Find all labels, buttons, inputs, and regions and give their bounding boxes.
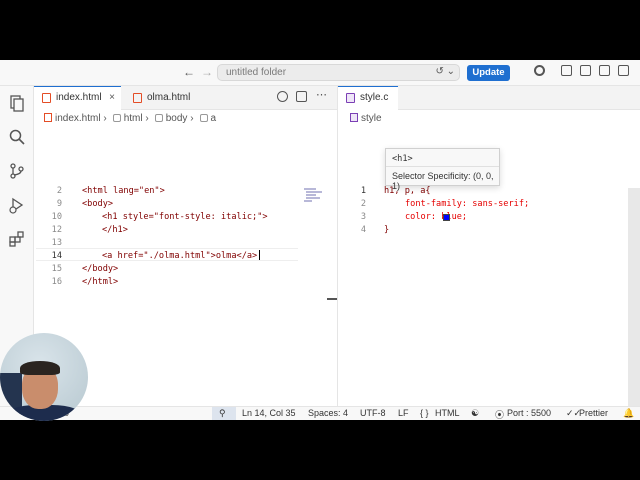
close-icon[interactable]: × (109, 86, 115, 110)
vscode-window: ← → untitled folder ↺ ⌄ Update index.htm… (0, 60, 640, 420)
breadcrumb-file[interactable]: index.html (55, 113, 101, 124)
live-share-icon[interactable]: ☯ (471, 408, 479, 419)
live-server-port[interactable]: Port : 5500 (507, 408, 551, 418)
chevron-right-icon: › (103, 113, 107, 124)
broadcast-icon: ⦿ (495, 410, 505, 420)
zoom-icon[interactable]: ⚲ (212, 407, 236, 420)
code-line: </html> (82, 277, 119, 287)
breadcrumb-html[interactable]: html (124, 113, 143, 124)
notifications-icon[interactable]: 🔔 (623, 408, 634, 419)
tab-label: style.c (360, 92, 389, 103)
color-swatch[interactable] (443, 214, 450, 221)
line-number: 14 (51, 251, 62, 261)
run-debug-icon[interactable] (8, 196, 26, 214)
element-icon (199, 114, 208, 122)
line-number: 16 (51, 277, 62, 287)
scrollbar[interactable] (628, 188, 640, 420)
html-file-icon (44, 113, 52, 122)
more-actions-icon[interactable]: ⋯ (316, 88, 327, 101)
right-breadcrumb: style (350, 111, 382, 126)
line-number: 12 (51, 225, 62, 235)
command-center-search[interactable]: untitled folder ↺ ⌄ (217, 64, 460, 81)
back-arrow-icon[interactable]: ← (183, 65, 195, 79)
chevron-right-icon: › (145, 113, 149, 124)
code-line: <a href="./olma.html">olma</a> (102, 251, 258, 261)
extensions-icon[interactable] (8, 230, 26, 248)
search-icon[interactable] (8, 128, 26, 146)
right-tab-bar: style.c (338, 86, 640, 110)
element-icon (112, 114, 121, 122)
line-number: 1 (360, 186, 366, 196)
title-bar: ← → untitled folder ↺ ⌄ Update (0, 60, 640, 86)
code-line: <html lang="en"> (82, 186, 165, 196)
toggle-primary-sidebar-icon[interactable] (580, 65, 591, 76)
forward-arrow-icon[interactable]: → (201, 65, 213, 79)
line-number: 2 (56, 186, 62, 196)
braces-icon: { } (420, 408, 429, 418)
webcam-hair (20, 361, 60, 375)
code-line: </h1> (102, 225, 128, 235)
webcam-overlay (0, 333, 88, 421)
line-number: 9 (56, 199, 62, 209)
code-line: color: blue; (405, 212, 468, 222)
explorer-icon[interactable] (8, 94, 26, 112)
source-control-icon[interactable] (8, 162, 26, 180)
toggle-secondary-sidebar-icon[interactable] (618, 65, 629, 76)
toggle-panel-icon[interactable] (599, 65, 610, 76)
update-button[interactable]: Update (467, 65, 510, 81)
css-file-icon (346, 93, 355, 103)
left-tab-bar: index.html × olma.html ⋯ (34, 86, 337, 110)
scrollbar-marker (327, 298, 337, 300)
breadcrumb: index.html › html › body › a (44, 111, 216, 126)
html-file-icon (133, 93, 142, 103)
line-number: 13 (51, 238, 62, 248)
code-line: <h1 style="font-style: italic;"> (102, 212, 268, 222)
tab-label: index.html (56, 92, 102, 103)
editor-split-divider[interactable] (337, 86, 338, 406)
customize-layout-icon[interactable] (561, 65, 572, 76)
account-icon[interactable] (534, 65, 545, 76)
indentation[interactable]: Spaces: 4 (308, 408, 348, 418)
line-number: 4 (360, 225, 366, 235)
line-number: 15 (51, 264, 62, 274)
line-number: 10 (51, 212, 62, 222)
hover-tag: <h1> (392, 154, 413, 164)
code-line: </body> (82, 264, 119, 274)
css-file-icon (350, 113, 358, 122)
breadcrumb-body[interactable]: body (166, 113, 188, 124)
divider (386, 166, 499, 167)
code-line: <body> (82, 199, 114, 209)
split-editor-icon[interactable] (296, 91, 307, 102)
hover-tooltip: <h1> Selector Specificity: (0, 0, 1) (385, 148, 500, 191)
prettier-status[interactable]: Prettier (579, 408, 608, 418)
breadcrumb-a[interactable]: a (211, 113, 217, 124)
selector-specificity: Selector Specificity: (0, 0, 1) (392, 171, 494, 191)
text-cursor (259, 250, 260, 260)
language-mode[interactable]: HTML (435, 408, 460, 418)
encoding[interactable]: UTF-8 (360, 408, 386, 418)
tab-label: olma.html (147, 92, 191, 103)
line-number: 2 (360, 199, 366, 209)
search-box-text: untitled folder (226, 67, 287, 78)
copilot-icon[interactable]: ↺ ⌄ (435, 66, 455, 77)
code-line: font-family: sans-serif; (405, 199, 530, 209)
open-preview-icon[interactable] (277, 91, 288, 102)
element-icon (154, 114, 163, 122)
tab-style-css[interactable]: style.c (338, 86, 398, 110)
status-bar: 0 ⚲ Ln 14, Col 35 Spaces: 4 UTF-8 LF { }… (0, 406, 640, 420)
end-of-line[interactable]: LF (398, 408, 409, 418)
code-line: } (384, 225, 390, 235)
minimap[interactable] (304, 188, 324, 206)
cursor-position[interactable]: Ln 14, Col 35 (242, 408, 296, 418)
chevron-right-icon: › (190, 113, 194, 124)
breadcrumb-file[interactable]: style (361, 113, 382, 124)
tab-olma-html[interactable]: olma.html (125, 86, 205, 110)
line-number: 3 (360, 212, 366, 222)
tab-index-html[interactable]: index.html × (34, 86, 121, 110)
html-file-icon (42, 93, 51, 103)
